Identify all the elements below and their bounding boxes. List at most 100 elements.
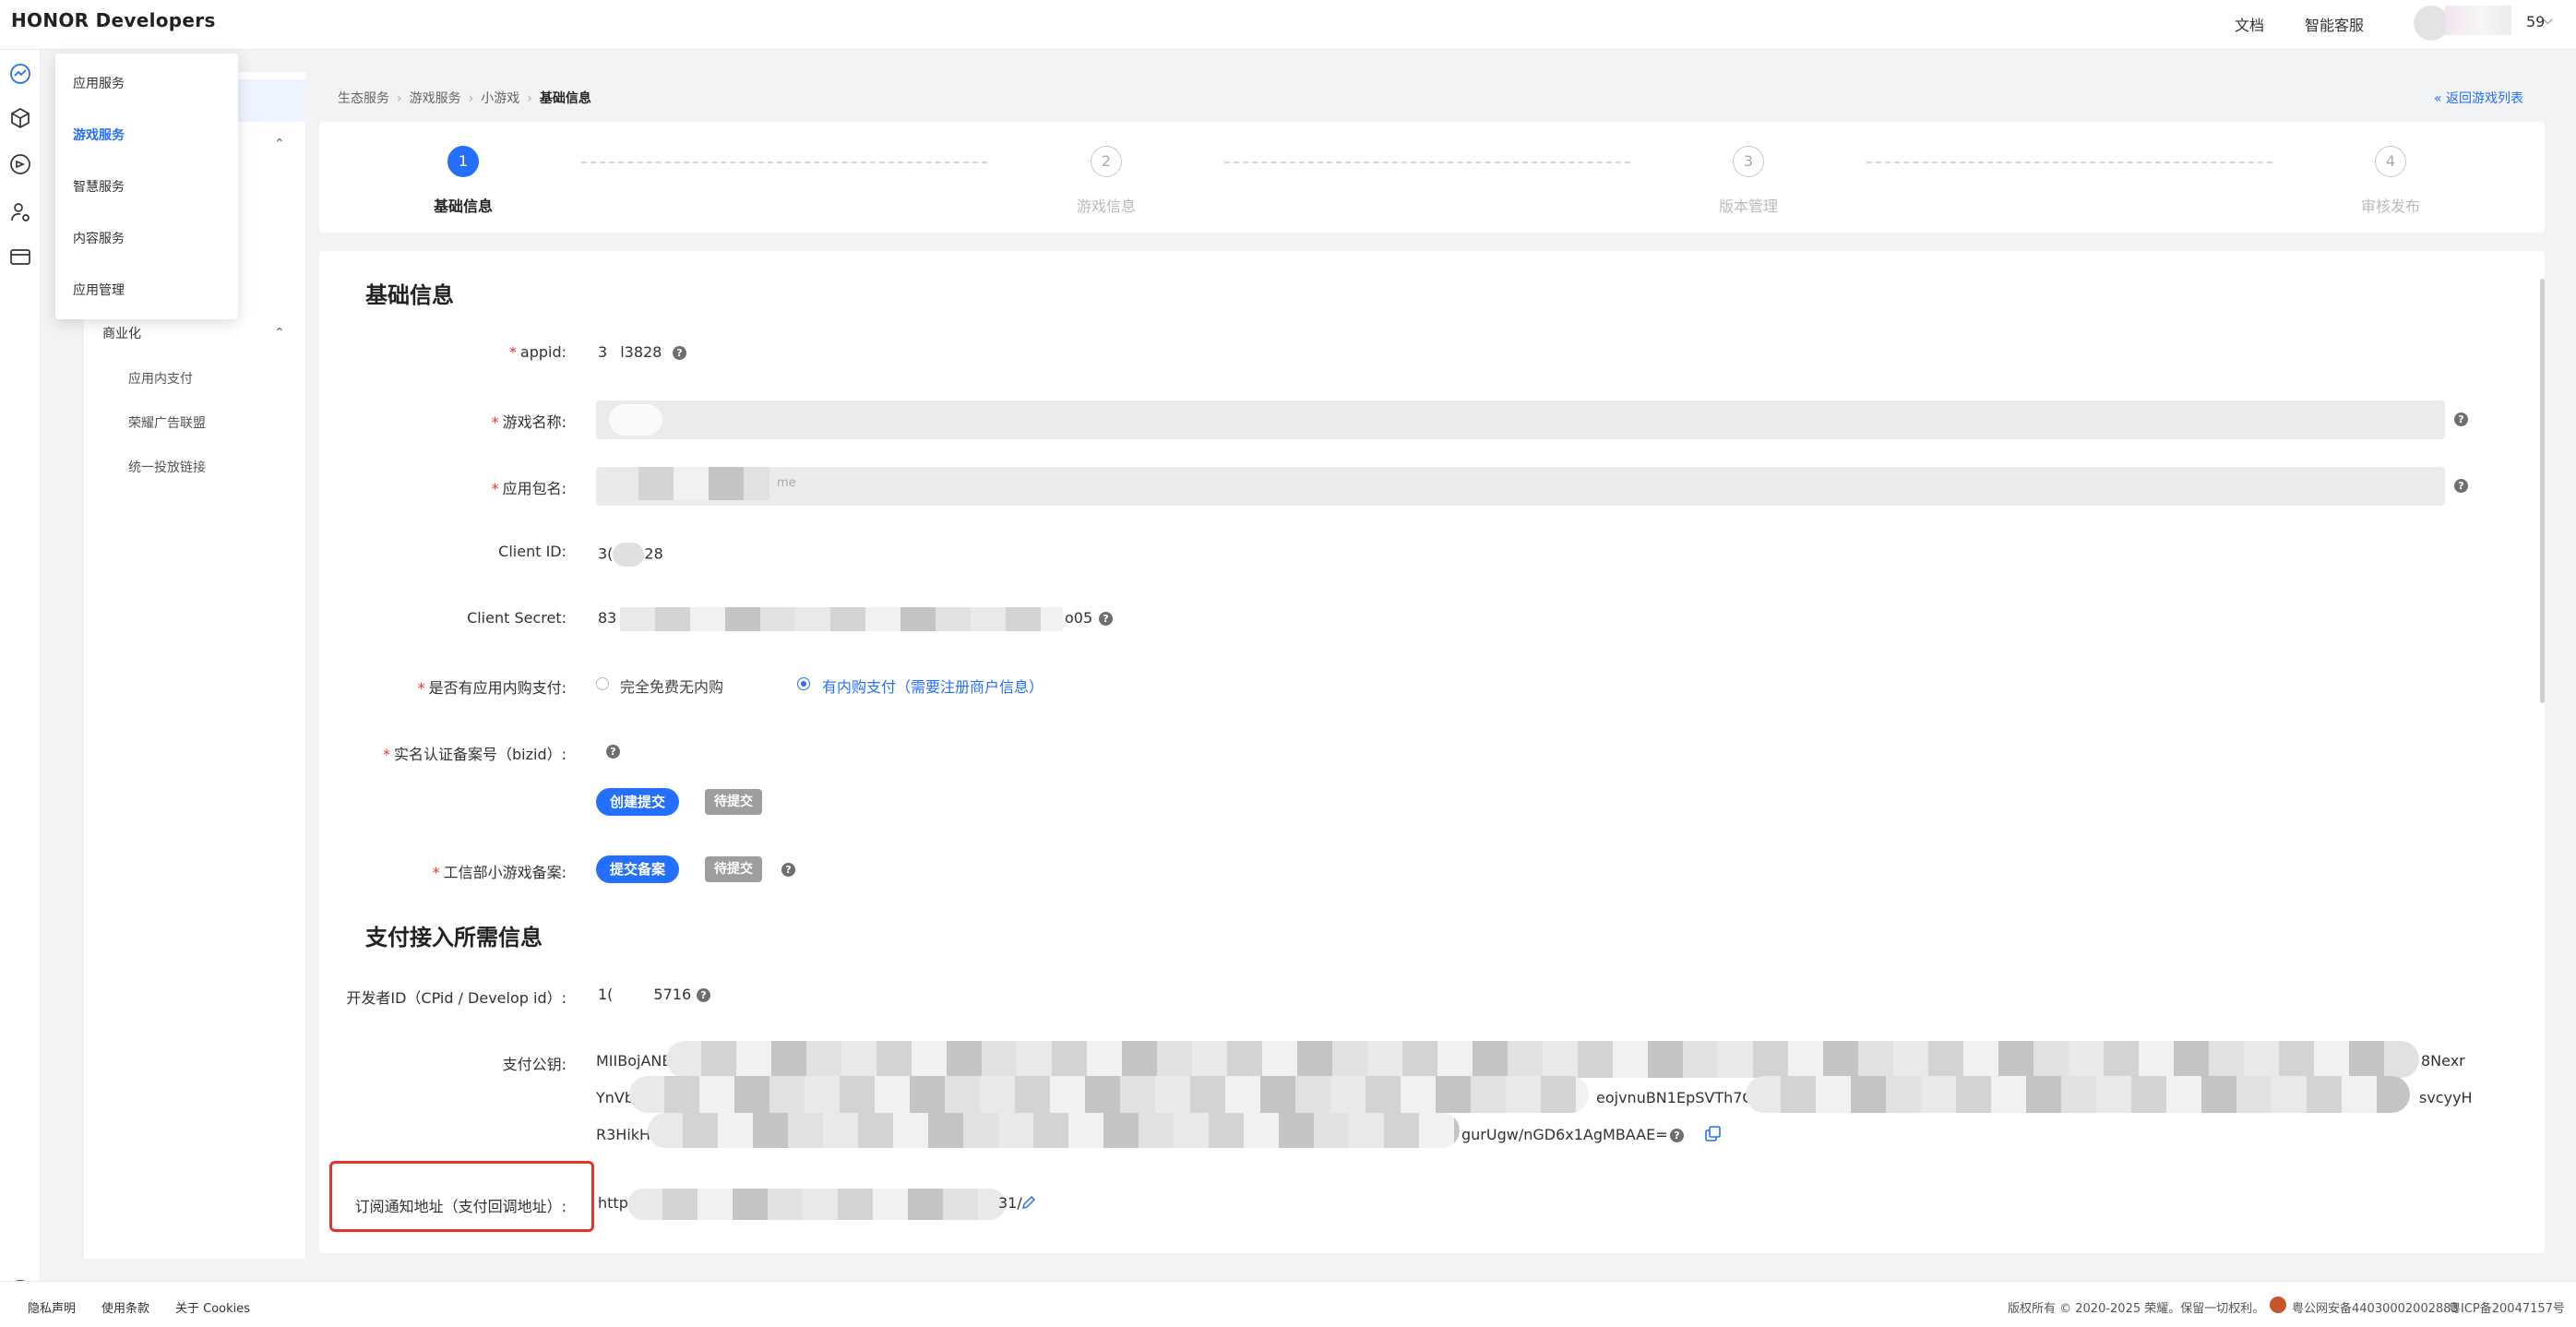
sidebar-item-unified-link[interactable]: 统一投放链接 [128,458,206,476]
flyout-item-app-service[interactable]: 应用服务 [73,74,125,92]
chevron-down-icon[interactable]: ⌵ [2543,13,2553,28]
police-badge-icon [2270,1297,2286,1313]
flyout-item-game-service[interactable]: 游戏服务 [73,126,125,144]
client-secret-suffix: o05 [1065,609,1093,627]
breadcrumb-current: 基础信息 [539,91,591,106]
flyout-item-content-service[interactable]: 内容服务 [73,229,125,247]
step-4-label: 审核发布 [2360,197,2420,215]
notify-url-suffix: 31/ [998,1194,1022,1212]
help-icon[interactable]: ? [781,863,795,877]
breadcrumb: 生态服务 › 游戏服务 › 小游戏 › 基础信息 [338,91,591,106]
help-icon[interactable]: ? [1099,612,1113,626]
client-id-label: Client ID: [498,543,566,560]
double-chevron-left-icon: « [2434,91,2442,106]
help-icon[interactable]: ? [697,988,710,1002]
masked-value [627,1189,1006,1220]
appid-label: * appid: [508,343,566,361]
service-flyout-menu: 应用服务 游戏服务 智慧服务 内容服务 应用管理 [55,54,238,319]
iap-label: * 是否有应用内购支付: [417,679,566,697]
sidebar-group-commercial[interactable]: 商业化 [102,324,141,342]
client-id-value: 3(28 [598,543,663,567]
step-3-label: 版本管理 [1718,197,1778,215]
developer-id-value: 1(5716 [598,986,692,1003]
terms-link[interactable]: 使用条款 [101,1298,149,1316]
back-to-game-list-link[interactable]: « 返回游戏列表 [2434,89,2523,107]
icon-rail: › [0,50,41,1306]
cookies-link[interactable]: 关于 Cookies [175,1298,250,1316]
user-name-masked [2445,6,2511,35]
breadcrumb-item[interactable]: 游戏服务 [410,91,461,106]
public-key-line-2-start: YnVb [596,1089,635,1106]
copy-icon[interactable] [1705,1126,1722,1142]
public-key-line-3-end: gurUgw/nGD6x1AgMBAAE= [1461,1126,1668,1143]
step-connector [1866,161,2272,163]
step-1-label: 基础信息 [433,197,493,215]
status-badge: 待提交 [705,789,762,815]
smart-service-link[interactable]: 智能客服 [2305,13,2364,35]
cube-icon[interactable] [9,107,31,129]
client-secret-label: Client Secret: [467,609,566,627]
help-icon[interactable]: ? [1670,1129,1684,1142]
radio-free[interactable] [596,677,609,690]
gamepad-icon[interactable] [9,153,31,175]
card-icon[interactable] [9,245,31,268]
masked-value [629,1076,1589,1113]
docs-link[interactable]: 文档 [2235,13,2264,35]
step-2-circle: 2 [1091,146,1122,177]
game-name-input[interactable] [596,400,2445,439]
step-2-label: 游戏信息 [1076,197,1136,215]
help-icon[interactable]: ? [673,346,686,360]
public-key-line-3-start: R3HikH [596,1126,651,1143]
game-name-label: * 游戏名称: [491,413,566,431]
user-settings-icon[interactable] [9,201,31,223]
notify-url-prefix: http [598,1194,628,1212]
privacy-link[interactable]: 隐私声明 [28,1298,76,1316]
step-3-circle: 3 [1733,146,1764,177]
edit-icon[interactable] [1020,1194,1037,1211]
flyout-item-smart-service[interactable]: 智慧服务 [73,177,125,196]
avatar[interactable] [2414,6,2449,41]
chevron-up-icon[interactable]: ⌃ [274,137,285,151]
sidebar-item-ad-alliance[interactable]: 荣耀广告联盟 [128,413,206,432]
public-key-line-1-end: 8Nexr [2421,1052,2465,1070]
package-name-label: * 应用包名: [491,480,566,497]
package-name-suffix: me [777,476,796,490]
chevron-up-icon[interactable]: ⌃ [274,326,285,341]
police-record-link[interactable]: 粤公网安备44030002002883 [2292,1298,2459,1316]
help-icon[interactable]: ? [2454,479,2468,493]
public-key-line-2-end: svcyyH [2419,1089,2473,1106]
create-submit-button[interactable]: 创建提交 [596,788,680,816]
step-4-circle: 4 [2375,146,2406,177]
flyout-item-app-management[interactable]: 应用管理 [73,281,125,299]
top-navbar: HONOR Developers 文档 智能客服 59 ⌵ [0,0,2576,50]
breadcrumb-item[interactable]: 小游戏 [481,91,519,106]
breadcrumb-item[interactable]: 生态服务 [338,91,389,106]
client-secret-prefix: 83 [598,609,617,627]
step-progress: 1 基础信息 2 游戏信息 3 版本管理 4 审核发布 [319,122,2545,233]
masked-value [609,404,662,436]
status-badge: 待提交 [705,856,762,882]
step-1-circle: 1 [447,146,479,177]
radio-free-label[interactable]: 完全免费无内购 [620,675,723,697]
brand-logo[interactable]: HONOR Developers [11,9,216,31]
trend-chart-icon[interactable] [9,63,31,85]
submit-filing-button[interactable]: 提交备案 [596,855,680,883]
masked-value [648,1113,1460,1148]
public-key-line-1-start: MIIBojANB [596,1052,673,1070]
developer-id-label: 开发者ID（CPid / Develop id）: [346,989,566,1007]
help-icon[interactable]: ? [606,745,620,759]
help-icon[interactable]: ? [2454,412,2468,426]
icp-link[interactable]: 粤ICP备20047157号 [2449,1298,2565,1316]
bizid-label: * 实名认证备案号（bizid）: [383,746,566,763]
sidebar-item-in-app-payment[interactable]: 应用内支付 [128,369,193,388]
masked-value [1746,1076,2410,1113]
step-connector [581,161,987,163]
section-title-basic-info: 基础信息 [365,282,454,308]
scrollbar[interactable] [2540,279,2545,703]
appid-value: 3 l3828 [598,343,662,361]
public-key-label: 支付公钥: [502,1056,566,1073]
radio-iap[interactable] [797,677,810,690]
package-name-input[interactable] [596,467,2445,506]
radio-iap-label[interactable]: 有内购支付（需要注册商户信息） [822,675,1044,697]
highlight-annotation [329,1161,594,1232]
